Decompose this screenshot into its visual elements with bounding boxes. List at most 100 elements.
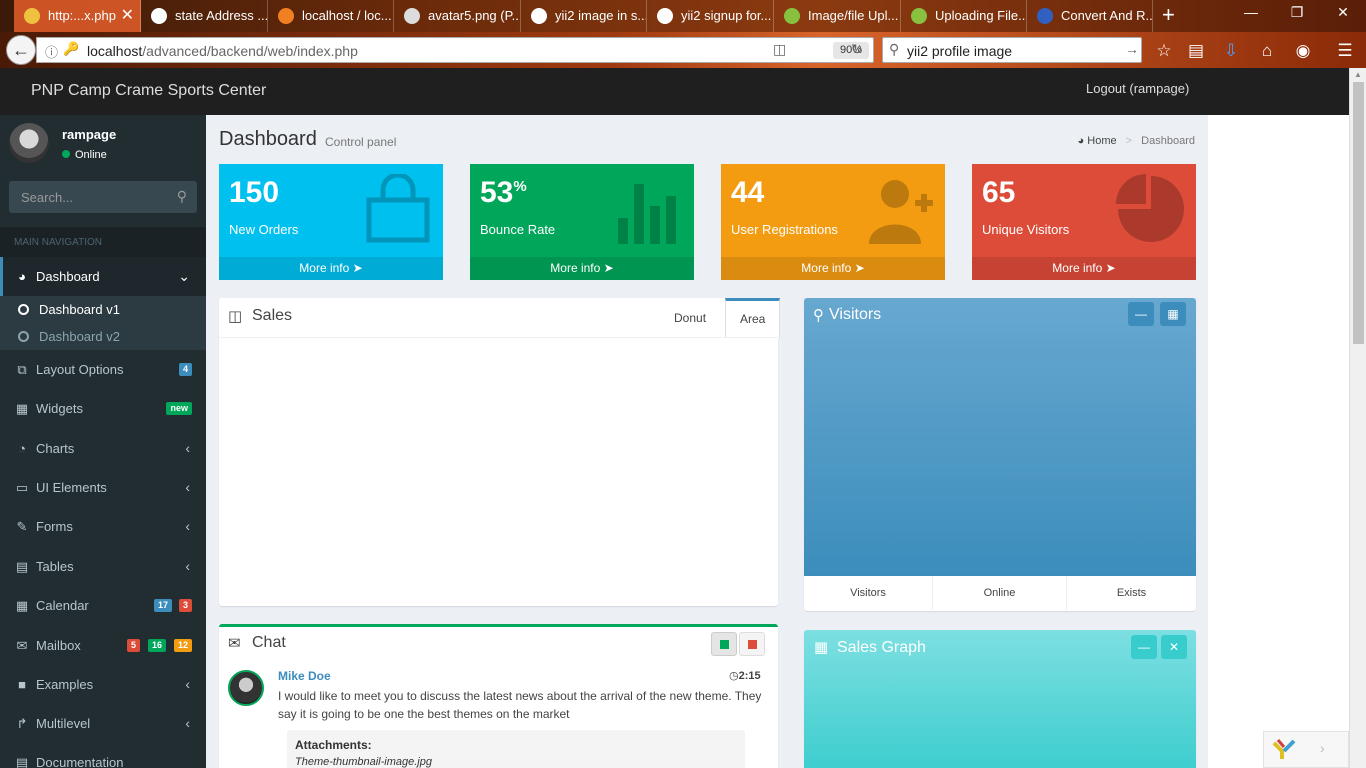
count-badge: 4 <box>178 363 192 376</box>
attachment-filename[interactable]: Theme-thumbnail-image.jpg <box>295 756 432 768</box>
inbox-icon: ◫ <box>228 308 243 325</box>
url-bar[interactable]: ⓘ 🔑 localhost/advanced/backend/web/index… <box>36 37 874 63</box>
go-arrow-icon[interactable]: → <box>1125 41 1139 57</box>
chat-author[interactable]: Mike Doe <box>278 669 331 683</box>
sidebar-item-label: Examples <box>36 677 94 692</box>
scrollbar-thumb[interactable] <box>1353 82 1364 344</box>
search-icon[interactable]: ⚲ <box>177 188 187 205</box>
close-tab-icon[interactable]: ✕ <box>121 0 134 32</box>
close-window-button[interactable]: ✕ <box>1320 4 1366 21</box>
chevron-left-icon: ‹ <box>185 558 190 574</box>
count-badge: 12 <box>173 639 192 652</box>
more-info-link[interactable]: More info ➤ <box>219 257 443 280</box>
brand-title[interactable]: PNP Camp Crame Sports Center <box>31 82 266 100</box>
laptop-icon: ▭ <box>15 480 29 495</box>
sidebar-item-tables[interactable]: ▤ Tables ‹ <box>0 547 206 586</box>
sidebar-search[interactable]: Search... ⚲ <box>9 181 197 213</box>
browser-tab[interactable]: localhost / loc... <box>268 0 394 32</box>
collapse-button[interactable]: — <box>1131 635 1157 659</box>
browser-tab[interactable]: yii2 signup for... <box>647 0 774 32</box>
home-icon[interactable]: ⌂ <box>1256 40 1278 62</box>
sidebar-item-mailbox[interactable]: ✉ Mailbox 12 16 5 <box>0 626 206 665</box>
url-text: localhost/advanced/backend/web/index.php <box>87 43 358 59</box>
sidebar-item-ui-elements[interactable]: ▭ UI Elements ‹ <box>0 468 206 507</box>
grid-icon: ▦ <box>814 639 829 656</box>
sidebar-item-examples[interactable]: ■ Examples ‹ <box>0 665 206 704</box>
user-status: Online <box>62 149 107 161</box>
collapse-button[interactable]: — <box>1128 302 1154 326</box>
stat-label: Bounce Rate <box>480 222 556 237</box>
sidebar-item-calendar[interactable]: ▦ Calendar 3 17 <box>0 586 206 625</box>
sidebar-item-documentation[interactable]: ▤ Documentation <box>0 743 206 768</box>
minimize-button[interactable]: — <box>1228 4 1274 20</box>
sidebar-subitem-dashboard-v1[interactable]: Dashboard v1 <box>0 296 206 323</box>
info-icon[interactable]: ⓘ <box>45 42 58 61</box>
back-button[interactable]: ← <box>6 35 36 65</box>
sales-card: ◫ Sales Donut Area <box>219 298 781 606</box>
sidebar-item-multilevel[interactable]: ↱ Multilevel ‹ <box>0 704 206 743</box>
edit-icon: ✎ <box>16 519 28 534</box>
arrow-circle-right-icon: ➤ <box>1105 261 1116 275</box>
map-marker-icon: ⚲ <box>813 307 824 324</box>
sidebar-search-input[interactable]: Search... <box>21 190 73 205</box>
browser-tab[interactable]: avatar5.png (P... <box>394 0 521 32</box>
browser-tab[interactable]: Convert And R... <box>1027 0 1153 32</box>
folder-icon: ■ <box>18 677 26 692</box>
status-offline-button[interactable] <box>739 632 765 656</box>
calendar-button[interactable]: ▦ <box>1160 302 1186 326</box>
sidebar-item-label: Layout Options <box>36 362 124 377</box>
menu-icon[interactable]: ☰ <box>1334 40 1356 62</box>
count-badge: 16 <box>147 639 166 652</box>
search-bar[interactable]: ⚲ yii2 profile image → <box>882 37 1142 63</box>
yii-debug-toolbar[interactable]: › <box>1263 731 1349 768</box>
sidebar-item-widgets[interactable]: ▦ Widgets new <box>0 389 206 428</box>
browser-tab[interactable]: http:...x.php ✕ <box>14 0 141 32</box>
sidebar-subitem-dashboard-v2[interactable]: Dashboard v2 <box>0 323 206 350</box>
chevron-right-icon[interactable]: › <box>1320 740 1325 756</box>
vertical-scrollbar[interactable]: ▲ <box>1349 68 1366 768</box>
tab-area[interactable]: Area <box>725 298 781 338</box>
yii-logo-icon[interactable] <box>1272 737 1296 761</box>
sidebar-item-label: Tables <box>36 559 74 574</box>
new-tab-button[interactable]: + <box>1162 2 1175 28</box>
reader-view-icon[interactable]: ◫ <box>773 41 786 58</box>
user-name: rampage <box>62 127 117 142</box>
browser-tab[interactable]: state Address ... <box>141 0 268 32</box>
chevron-left-icon: ‹ <box>185 715 190 731</box>
tab-title: Convert And R... <box>1061 8 1153 23</box>
favicon-icon <box>531 8 547 24</box>
sidebar-item-charts[interactable]: ◔ Charts ‹ <box>0 429 206 468</box>
visitors-footer-online: Online <box>932 576 1066 610</box>
more-info-link[interactable]: More info ➤ <box>972 257 1196 280</box>
reload-icon[interactable]: ↻ <box>851 41 863 58</box>
sidebar-item-forms[interactable]: ✎ Forms ‹ <box>0 507 206 546</box>
browser-tab[interactable]: yii2 image in s... <box>521 0 647 32</box>
sidebar-item-layout-options[interactable]: ⧉ Layout Options 4 <box>0 350 206 389</box>
tab-donut[interactable]: Donut <box>660 298 720 338</box>
search-input[interactable]: yii2 profile image <box>907 43 1012 59</box>
attachment-box: Attachments: Theme-thumbnail-image.jpg <box>287 730 745 768</box>
chat-title: Chat <box>252 634 286 651</box>
chat-message-text: I would like to meet you to discuss the … <box>278 689 762 721</box>
stat-label: Unique Visitors <box>982 222 1070 237</box>
more-info-link[interactable]: More info ➤ <box>470 257 694 280</box>
reading-list-icon[interactable]: ▤ <box>1185 40 1207 62</box>
tab-title: state Address ... <box>175 8 268 23</box>
sidebar-item-label: UI Elements <box>36 480 107 495</box>
logout-link[interactable]: Logout (rampage) <box>1086 81 1189 96</box>
restore-button[interactable]: ❐ <box>1274 4 1320 21</box>
status-online-button[interactable] <box>711 632 737 656</box>
tab-title: yii2 image in s... <box>555 8 647 23</box>
key-icon: 🔑 <box>63 41 80 56</box>
breadcrumb-home[interactable]: Home <box>1087 135 1116 147</box>
browser-tab[interactable]: Image/file Upl... <box>774 0 901 32</box>
pocket-icon[interactable]: ◉ <box>1292 40 1314 62</box>
more-info-link[interactable]: More info ➤ <box>721 257 945 280</box>
downloads-icon[interactable]: ⇩ <box>1220 40 1242 62</box>
remove-button[interactable]: ✕ <box>1161 635 1187 659</box>
sidebar-item-dashboard[interactable]: ◕ Dashboard ⌄ <box>0 257 206 296</box>
scroll-up-icon[interactable]: ▲ <box>1354 70 1362 79</box>
chevron-left-icon: ‹ <box>185 479 190 495</box>
browser-tab[interactable]: Uploading File... <box>901 0 1027 32</box>
bookmark-star-icon[interactable]: ☆ <box>1153 40 1175 62</box>
